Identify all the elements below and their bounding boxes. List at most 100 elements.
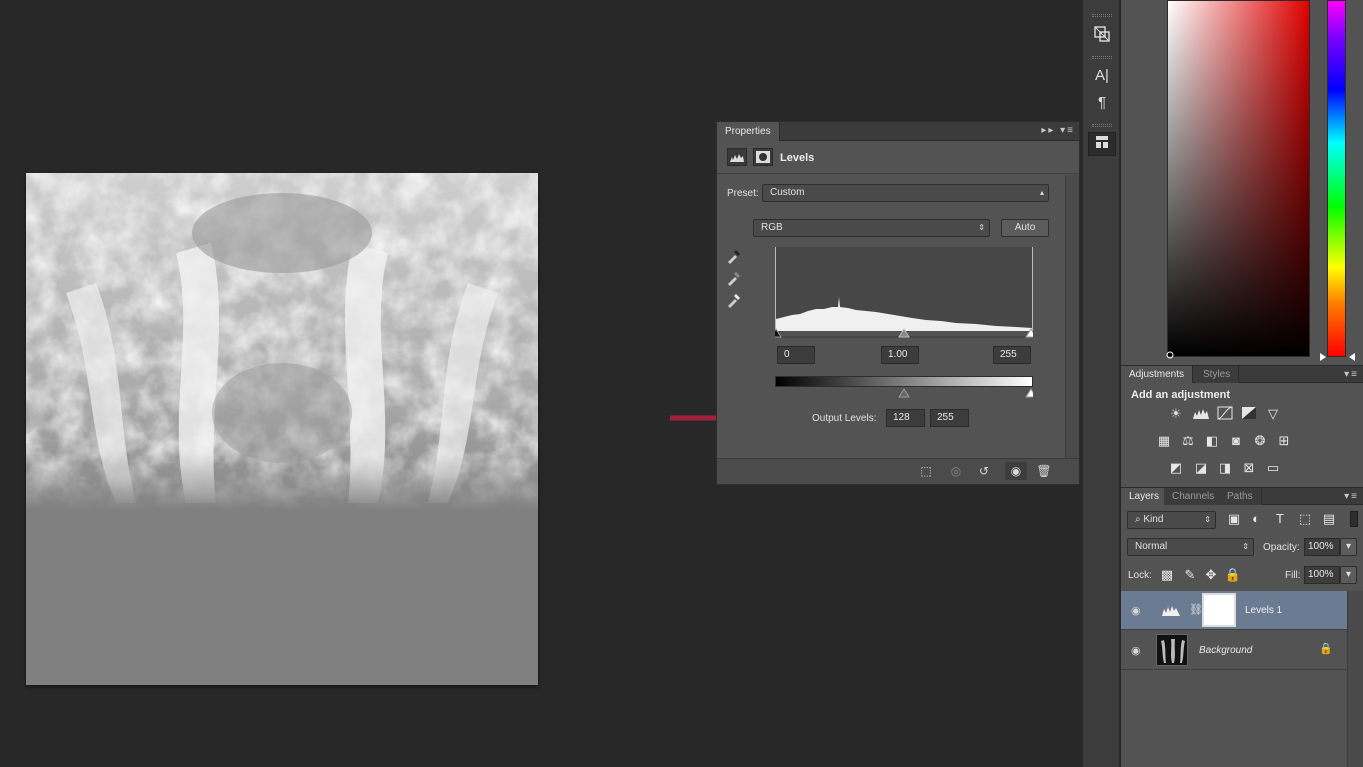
input-white-handle[interactable]: [1025, 328, 1037, 338]
properties-footer: ⬚ ◎ ↺ ◉ 🗑: [717, 458, 1079, 484]
tab-channels[interactable]: Channels: [1164, 488, 1224, 505]
view-previous-icon[interactable]: ◎: [945, 462, 967, 480]
fill-field[interactable]: 100%: [1304, 566, 1340, 584]
panel-menu-icon[interactable]: ▾≡: [1344, 369, 1359, 380]
hue-slider[interactable]: [1327, 0, 1346, 357]
white-point-eyedropper-icon[interactable]: [725, 291, 743, 312]
input-black-handle[interactable]: [770, 328, 782, 338]
mask-icon[interactable]: [753, 148, 773, 166]
document-canvas[interactable]: [26, 173, 538, 685]
output-levels-slider[interactable]: [775, 388, 1037, 398]
paragraph-icon[interactable]: ¶: [1088, 91, 1116, 115]
input-levels-slider[interactable]: [770, 328, 1037, 338]
opacity-field[interactable]: 100%: [1304, 538, 1340, 556]
fill-dropdown[interactable]: ▾: [1340, 566, 1357, 584]
curves-icon[interactable]: [1216, 406, 1234, 422]
input-black-field[interactable]: 0: [777, 346, 815, 364]
clone-source-icon[interactable]: [1088, 24, 1116, 48]
properties-panel-icon[interactable]: [1088, 132, 1116, 156]
properties-header: Levels: [717, 141, 1079, 174]
layer-name[interactable]: Levels 1: [1245, 605, 1282, 616]
channel-mixer-icon[interactable]: ❂: [1251, 433, 1269, 449]
reset-icon[interactable]: ↺: [973, 462, 995, 480]
layer-mask-thumbnail[interactable]: [1202, 593, 1236, 627]
color-lookup-icon[interactable]: ⊞: [1275, 433, 1293, 449]
filter-shape-icon[interactable]: ⬚: [1296, 511, 1314, 527]
visibility-eye-icon[interactable]: ◉: [1005, 462, 1027, 480]
updown-arrow-icon: ⇕: [1204, 515, 1211, 524]
lock-all-icon[interactable]: 🔒: [1224, 567, 1242, 583]
tab-paths[interactable]: Paths: [1219, 488, 1262, 505]
tab-layers[interactable]: Layers: [1121, 488, 1169, 505]
brightness-contrast-icon[interactable]: ☀: [1167, 406, 1185, 422]
layer-lock-icon: 🔒: [1319, 643, 1333, 655]
output-white-field[interactable]: 255: [930, 409, 969, 427]
preset-select[interactable]: Custom ▴: [762, 184, 1049, 202]
filter-smart-object-icon[interactable]: ▤: [1320, 511, 1338, 527]
channel-select[interactable]: RGB ⇕: [753, 219, 990, 237]
threshold-icon[interactable]: ◨: [1216, 460, 1234, 476]
gradient-map-icon[interactable]: ▭: [1264, 460, 1282, 476]
output-black-handle[interactable]: [898, 388, 910, 398]
opacity-dropdown[interactable]: ▾: [1340, 538, 1357, 556]
photo-filter-icon[interactable]: ◙: [1227, 433, 1245, 449]
opacity-label: Opacity:: [1263, 542, 1300, 553]
layer-filter-select[interactable]: ⌕ Kind ⇕: [1127, 511, 1216, 529]
posterize-icon[interactable]: ◪: [1192, 460, 1210, 476]
output-gradient-bar: [775, 376, 1033, 387]
layer-row-levels[interactable]: ◉ ⛓ Levels 1: [1121, 591, 1347, 630]
levels-histogram-icon[interactable]: [727, 148, 747, 166]
input-gamma-field[interactable]: 1.00: [881, 346, 919, 364]
output-white-handle[interactable]: [1025, 388, 1037, 398]
filter-pixel-icon[interactable]: ▣: [1225, 511, 1243, 527]
input-gamma-handle[interactable]: [898, 328, 910, 338]
clip-to-layer-icon[interactable]: ⬚: [915, 462, 937, 480]
layer-row-background[interactable]: ◉ Background 🔒: [1121, 631, 1347, 670]
layers-tabbar: Layers Channels Paths ▾≡: [1121, 487, 1363, 505]
output-black-field[interactable]: 128: [886, 409, 925, 427]
lock-transparent-icon[interactable]: ▩: [1158, 567, 1176, 583]
panel-menu-icon[interactable]: ▸▸ ▾≡: [1041, 125, 1075, 136]
filter-type-icon[interactable]: T: [1271, 511, 1289, 527]
strip-grip[interactable]: [1092, 124, 1112, 127]
character-icon[interactable]: A|: [1088, 64, 1116, 88]
filter-toggle[interactable]: [1350, 511, 1358, 527]
properties-scrollbar[interactable]: [1065, 175, 1079, 460]
strip-grip[interactable]: [1092, 14, 1112, 17]
levels-icon[interactable]: [1192, 406, 1210, 422]
panel-menu-icon[interactable]: ▾≡: [1344, 491, 1359, 502]
color-balance-icon[interactable]: ⚖: [1179, 433, 1197, 449]
channel-value: RGB: [761, 222, 783, 233]
lock-image-brush-icon[interactable]: ✎: [1181, 567, 1199, 583]
invert-icon[interactable]: ◩: [1167, 460, 1185, 476]
black-white-icon[interactable]: ◧: [1203, 433, 1221, 449]
auto-button[interactable]: Auto: [1001, 219, 1049, 237]
delete-trash-icon[interactable]: 🗑: [1033, 462, 1055, 480]
layer-mask-link-icon[interactable]: ⛓: [1189, 603, 1203, 616]
selective-color-icon[interactable]: ⊠: [1240, 460, 1258, 476]
layers-scrollbar[interactable]: [1347, 591, 1363, 767]
vibrance-icon[interactable]: ▽: [1264, 406, 1282, 422]
color-field[interactable]: [1167, 0, 1310, 357]
hue-arrow-left-icon: [1318, 352, 1326, 364]
layer-visibility-eye-icon[interactable]: ◉: [1131, 604, 1141, 617]
input-white-field[interactable]: 255: [993, 346, 1031, 364]
updown-arrow-icon: ⇕: [978, 223, 985, 232]
tab-styles[interactable]: Styles: [1195, 366, 1240, 383]
blend-mode-select[interactable]: Normal ⇕: [1127, 538, 1254, 556]
adjustments-tabbar: Adjustments Styles ▾≡: [1121, 365, 1363, 383]
tab-properties[interactable]: Properties: [717, 122, 780, 141]
tab-adjustments[interactable]: Adjustments: [1121, 366, 1194, 383]
filter-adjustment-icon[interactable]: ◐: [1247, 511, 1265, 527]
layer-filter-value: Kind: [1143, 514, 1164, 525]
strip-grip[interactable]: [1092, 56, 1112, 59]
black-point-eyedropper-icon[interactable]: [725, 247, 743, 268]
output-levels-label: Output Levels:: [812, 413, 877, 424]
gray-point-eyedropper-icon[interactable]: [725, 269, 743, 290]
layer-visibility-eye-icon[interactable]: ◉: [1131, 644, 1141, 657]
lock-label: Lock:: [1128, 570, 1152, 581]
layer-name[interactable]: Background: [1199, 645, 1252, 656]
lock-position-move-icon[interactable]: ✥: [1202, 567, 1220, 583]
exposure-icon[interactable]: [1240, 406, 1258, 422]
hue-saturation-icon[interactable]: ▦: [1155, 433, 1173, 449]
